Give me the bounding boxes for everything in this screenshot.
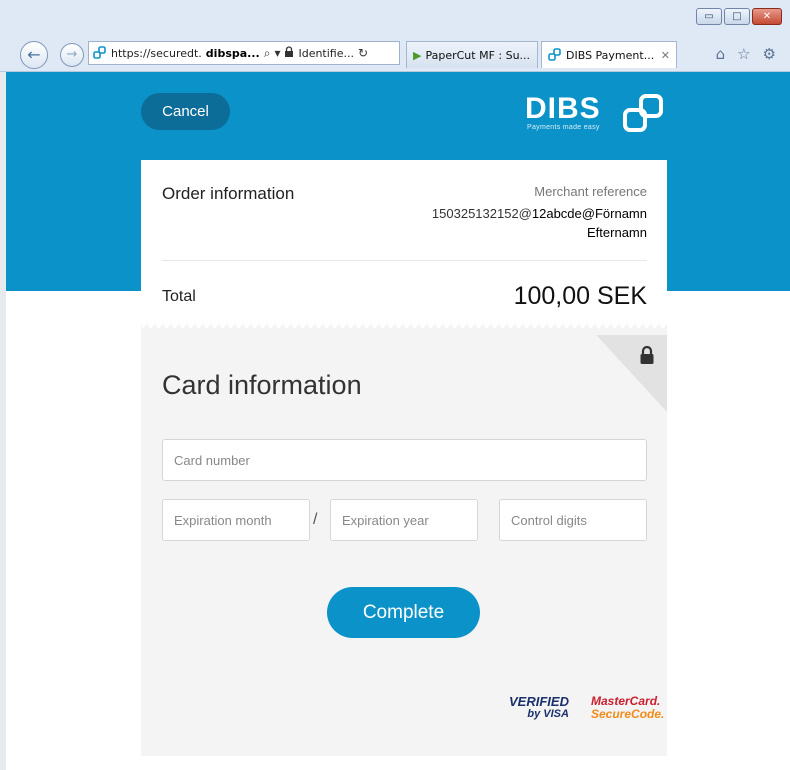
lock-icon: [640, 345, 654, 364]
dibs-logo-icon: [623, 94, 663, 132]
home-icon[interactable]: ⌂: [716, 45, 726, 63]
back-button[interactable]: ←: [20, 41, 48, 69]
minimize-button[interactable]: ▭: [696, 8, 722, 25]
merchant-reference-label: Merchant reference: [534, 184, 647, 199]
expiration-separator: /: [313, 511, 318, 528]
complete-button[interactable]: Complete: [327, 587, 480, 638]
papercut-favicon-icon: ▶: [413, 48, 422, 62]
browser-chrome: ▭ □ ✕ ← → https://securedt. dibspa... ⌕ ▾…: [0, 0, 790, 72]
maximize-button[interactable]: □: [724, 8, 750, 25]
refresh-icon[interactable]: ↻: [358, 46, 368, 60]
card-information-section: Card information Card number Expiration …: [141, 335, 667, 756]
forward-button[interactable]: →: [60, 43, 84, 67]
dibs-logo: DIBS Payments made easy: [525, 92, 670, 136]
search-icon[interactable]: ⌕: [264, 46, 271, 61]
expiration-year-input[interactable]: Expiration year: [330, 499, 478, 541]
dibs-favicon-icon: [548, 48, 561, 61]
back-arrow-icon: ←: [27, 45, 41, 64]
favorites-star-icon[interactable]: ☆: [737, 45, 750, 63]
browser-toolbar: ⌂ ☆ ⚙: [716, 45, 776, 63]
merchant-reference-value: 150325132152@12abcde@Förnamn Efternamn: [377, 204, 647, 242]
tab-papercut[interactable]: ▶ PaperCut MF : Su...: [406, 41, 538, 68]
url-host: dibspa...: [205, 46, 260, 60]
window-controls: ▭ □ ✕: [696, 8, 782, 25]
identity-label[interactable]: Identifie...: [298, 47, 354, 60]
tab-label: DIBS Payment...: [566, 48, 655, 62]
card-number-input[interactable]: Card number: [162, 439, 647, 481]
url-prefix: https://securedt.: [111, 46, 202, 60]
chevron-down-icon[interactable]: ▾: [274, 46, 280, 60]
mastercard-badge-line2: SecureCode.: [591, 707, 665, 721]
forward-arrow-icon: →: [66, 47, 78, 62]
receipt-edge: [141, 320, 667, 336]
merchant-ref-surname: Efternamn: [587, 225, 647, 240]
address-bar[interactable]: https://securedt. dibspa... ⌕ ▾ Identifie…: [88, 41, 400, 65]
gear-icon[interactable]: ⚙: [763, 45, 776, 63]
tab-dibs-payment[interactable]: DIBS Payment... ✕: [541, 41, 677, 68]
visa-badge-line2: by VISA: [527, 708, 569, 720]
verified-by-visa-logo: VERIFIED by VISA: [509, 695, 569, 721]
site-favicon-icon: [93, 46, 106, 59]
merchant-ref-name: 12abcde@Förnamn: [531, 206, 647, 221]
close-window-button[interactable]: ✕: [752, 8, 782, 25]
visa-badge-line1: VERIFIED: [509, 694, 569, 709]
logo-tagline: Payments made easy: [527, 124, 600, 131]
logo-wordmark: DIBS: [525, 92, 601, 125]
checkout-panel: Order information Merchant reference 150…: [141, 160, 667, 756]
merchant-ref-prefix: 150325132152@: [431, 206, 532, 221]
order-title: Order information: [162, 184, 295, 203]
corner-fold: [596, 335, 667, 412]
total-amount: 100,00 SEK: [513, 282, 647, 310]
close-tab-icon[interactable]: ✕: [661, 43, 670, 68]
payment-page: Cancel DIBS Payments made easy Order inf…: [0, 72, 790, 770]
control-digits-input[interactable]: Control digits: [499, 499, 647, 541]
tab-label: PaperCut MF : Su...: [425, 48, 531, 62]
cancel-button[interactable]: Cancel: [141, 93, 230, 130]
card-information-title: Card information: [162, 370, 362, 400]
total-label: Total: [162, 288, 196, 305]
left-edge-strip: [0, 72, 6, 770]
order-divider: [162, 260, 647, 261]
expiration-month-input[interactable]: Expiration month: [162, 499, 310, 541]
security-badges: VERIFIED by VISA MasterCard. SecureCode.: [509, 695, 669, 735]
mastercard-securecode-logo: MasterCard. SecureCode.: [591, 695, 664, 721]
lock-icon: [284, 46, 294, 60]
order-information-section: Order information Merchant reference 150…: [141, 160, 667, 322]
